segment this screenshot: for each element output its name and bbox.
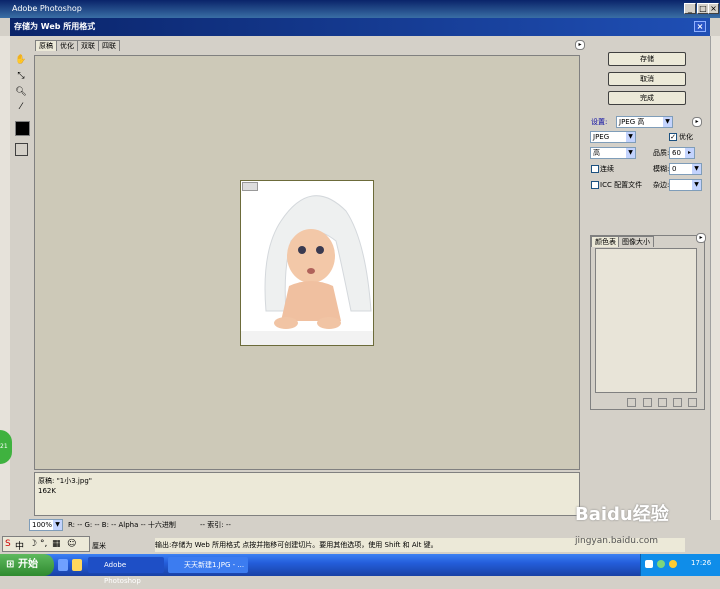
dialog-title-bar: 存储为 Web 所用格式 × <box>10 18 710 36</box>
settings-label: 设置: <box>591 118 608 126</box>
optimized-checkbox[interactable]: ✓ <box>669 133 677 141</box>
optimized-label: 优化 <box>679 133 693 141</box>
ime-keyboard-icon[interactable]: ▦ <box>52 539 61 549</box>
blur-value: 0 <box>672 165 677 173</box>
tray-security-icon[interactable] <box>657 560 665 568</box>
cancel-button[interactable]: 取消 <box>608 72 686 86</box>
app-title: Adobe Photoshop <box>12 4 82 13</box>
file-name: 原稿: "1小3.jpg" <box>38 477 92 485</box>
zoom-value: 100% <box>32 521 53 529</box>
panel-menu-arrow-icon[interactable]: ▸ <box>696 233 706 243</box>
image-info-panel: 原稿: "1小3.jpg" 162K <box>34 472 580 516</box>
zoom-tool-icon[interactable]: 🔍︎ <box>15 86 27 98</box>
baby-illustration <box>241 181 373 345</box>
color-readout: R: -- G: -- B: -- Alpha -- 十六进制 <box>68 521 176 529</box>
tab-optimized[interactable]: 优化 <box>56 40 78 51</box>
zoom-select[interactable]: 100% ▼ <box>29 519 63 531</box>
dialog-title: 存储为 Web 所用格式 <box>14 22 96 31</box>
quality-level-select[interactable]: 高 ▼ <box>590 147 636 159</box>
chevron-down-icon: ▼ <box>626 148 635 158</box>
progressive-checkbox[interactable] <box>591 165 599 173</box>
ime-moon-icon[interactable]: ☽ <box>29 539 37 549</box>
tab-image-size[interactable]: 图像大小 <box>618 236 654 247</box>
ime-logo-icon: S <box>5 539 11 549</box>
chevron-down-icon: ▼ <box>692 180 701 190</box>
tray-network-icon[interactable] <box>645 560 653 568</box>
dialog-close-button[interactable]: × <box>694 21 706 32</box>
blur-label: 模糊: <box>653 165 670 173</box>
blur-input[interactable]: 0 ▼ <box>669 163 702 175</box>
done-button[interactable]: 完成 <box>608 91 686 105</box>
chevron-down-icon: ▼ <box>663 117 672 127</box>
file-size: 162K <box>38 487 56 495</box>
tray-clock[interactable]: 17:26 <box>691 559 711 567</box>
ime-toolbar[interactable]: S 中 ☽ °, ▦ ☺ <box>2 536 90 552</box>
ime-mode[interactable]: 中 <box>15 539 24 552</box>
web-shift-icon[interactable] <box>643 398 652 407</box>
color-table-swatches[interactable] <box>595 248 697 393</box>
quality-value: 60 <box>672 149 681 157</box>
task-image-viewer[interactable]: 天天新建1.JPG - ... <box>168 557 248 573</box>
save-button[interactable]: 存储 <box>608 52 686 66</box>
unit-label: 厘米 <box>92 542 106 550</box>
tab-color-table[interactable]: 颜色表 <box>591 236 620 247</box>
quality-label: 品质: <box>653 149 670 157</box>
windows-logo-icon: ⊞ <box>6 559 15 570</box>
slice-badge-icon <box>242 182 258 191</box>
eyedropper-color-swatch[interactable] <box>15 121 30 136</box>
tab-2-up[interactable]: 双联 <box>77 40 99 51</box>
quality-input[interactable]: 60 ▸ <box>669 147 695 159</box>
app-title-bar: Adobe Photoshop _ □ × <box>0 0 720 18</box>
preset-select[interactable]: JPEG 高 ▼ <box>616 116 673 128</box>
eyedropper-tool-icon[interactable]: ⁄ <box>15 101 27 113</box>
matte-select[interactable]: ▼ <box>669 179 702 191</box>
chevron-down-icon: ▼ <box>53 520 62 530</box>
progressive-label: 连续 <box>600 165 614 173</box>
background-right-edge <box>710 36 720 520</box>
minimize-button[interactable]: _ <box>684 3 696 14</box>
preset-value: JPEG 高 <box>619 118 645 126</box>
lock-color-icon[interactable] <box>658 398 667 407</box>
hint-text: 输出:存储为 Web 所用格式 点按并拖移可创建切片。要用其他选项，使用 Shi… <box>155 541 438 549</box>
close-button[interactable]: × <box>708 3 719 14</box>
index-readout: -- 索引: -- <box>200 521 231 529</box>
tray-volume-icon[interactable] <box>669 560 677 568</box>
watermark-url: jingyan.baidu.com <box>575 536 659 546</box>
start-label: 开始 <box>18 559 38 570</box>
menu-arrow-icon[interactable]: ▸ <box>575 40 585 50</box>
baby-photo <box>240 180 374 346</box>
watermark-brand: Baidu经验 <box>575 504 669 525</box>
settings-menu-arrow-icon[interactable]: ▸ <box>692 117 702 127</box>
chevron-down-icon: ▼ <box>692 164 701 174</box>
toggle-slices-icon[interactable] <box>15 143 28 156</box>
trash-icon[interactable] <box>688 398 697 407</box>
icc-profile-label: ICC 配置文件 <box>600 181 643 189</box>
chevron-right-icon: ▸ <box>685 148 694 158</box>
icc-profile-checkbox[interactable] <box>591 181 599 189</box>
format-value: JPEG <box>593 133 610 141</box>
slice-select-tool-icon[interactable]: ⤡ <box>15 70 27 82</box>
task-photoshop[interactable]: Adobe Photoshop <box>88 557 164 585</box>
tab-4-up[interactable]: 四联 <box>98 40 120 51</box>
watermark: Baidu经验 jingyan.baidu.com <box>575 500 715 550</box>
hand-tool-icon[interactable]: ✋ <box>15 54 27 66</box>
ime-punct-icon[interactable]: °, <box>40 539 47 549</box>
ime-skin-icon[interactable]: ☺ <box>67 539 76 549</box>
start-button[interactable]: ⊞ 开始 <box>0 554 54 576</box>
matte-label: 杂边: <box>653 181 670 189</box>
system-tray: 17:26 <box>640 554 720 576</box>
format-select[interactable]: JPEG ▼ <box>590 131 636 143</box>
tab-original[interactable]: 原稿 <box>35 40 57 51</box>
quicklaunch-folder-icon[interactable] <box>72 559 82 571</box>
quality-level-value: 高 <box>593 149 600 157</box>
new-color-icon[interactable] <box>673 398 682 407</box>
quicklaunch-ie-icon[interactable] <box>58 559 68 571</box>
chevron-down-icon: ▼ <box>626 132 635 142</box>
map-color-icon[interactable] <box>627 398 636 407</box>
